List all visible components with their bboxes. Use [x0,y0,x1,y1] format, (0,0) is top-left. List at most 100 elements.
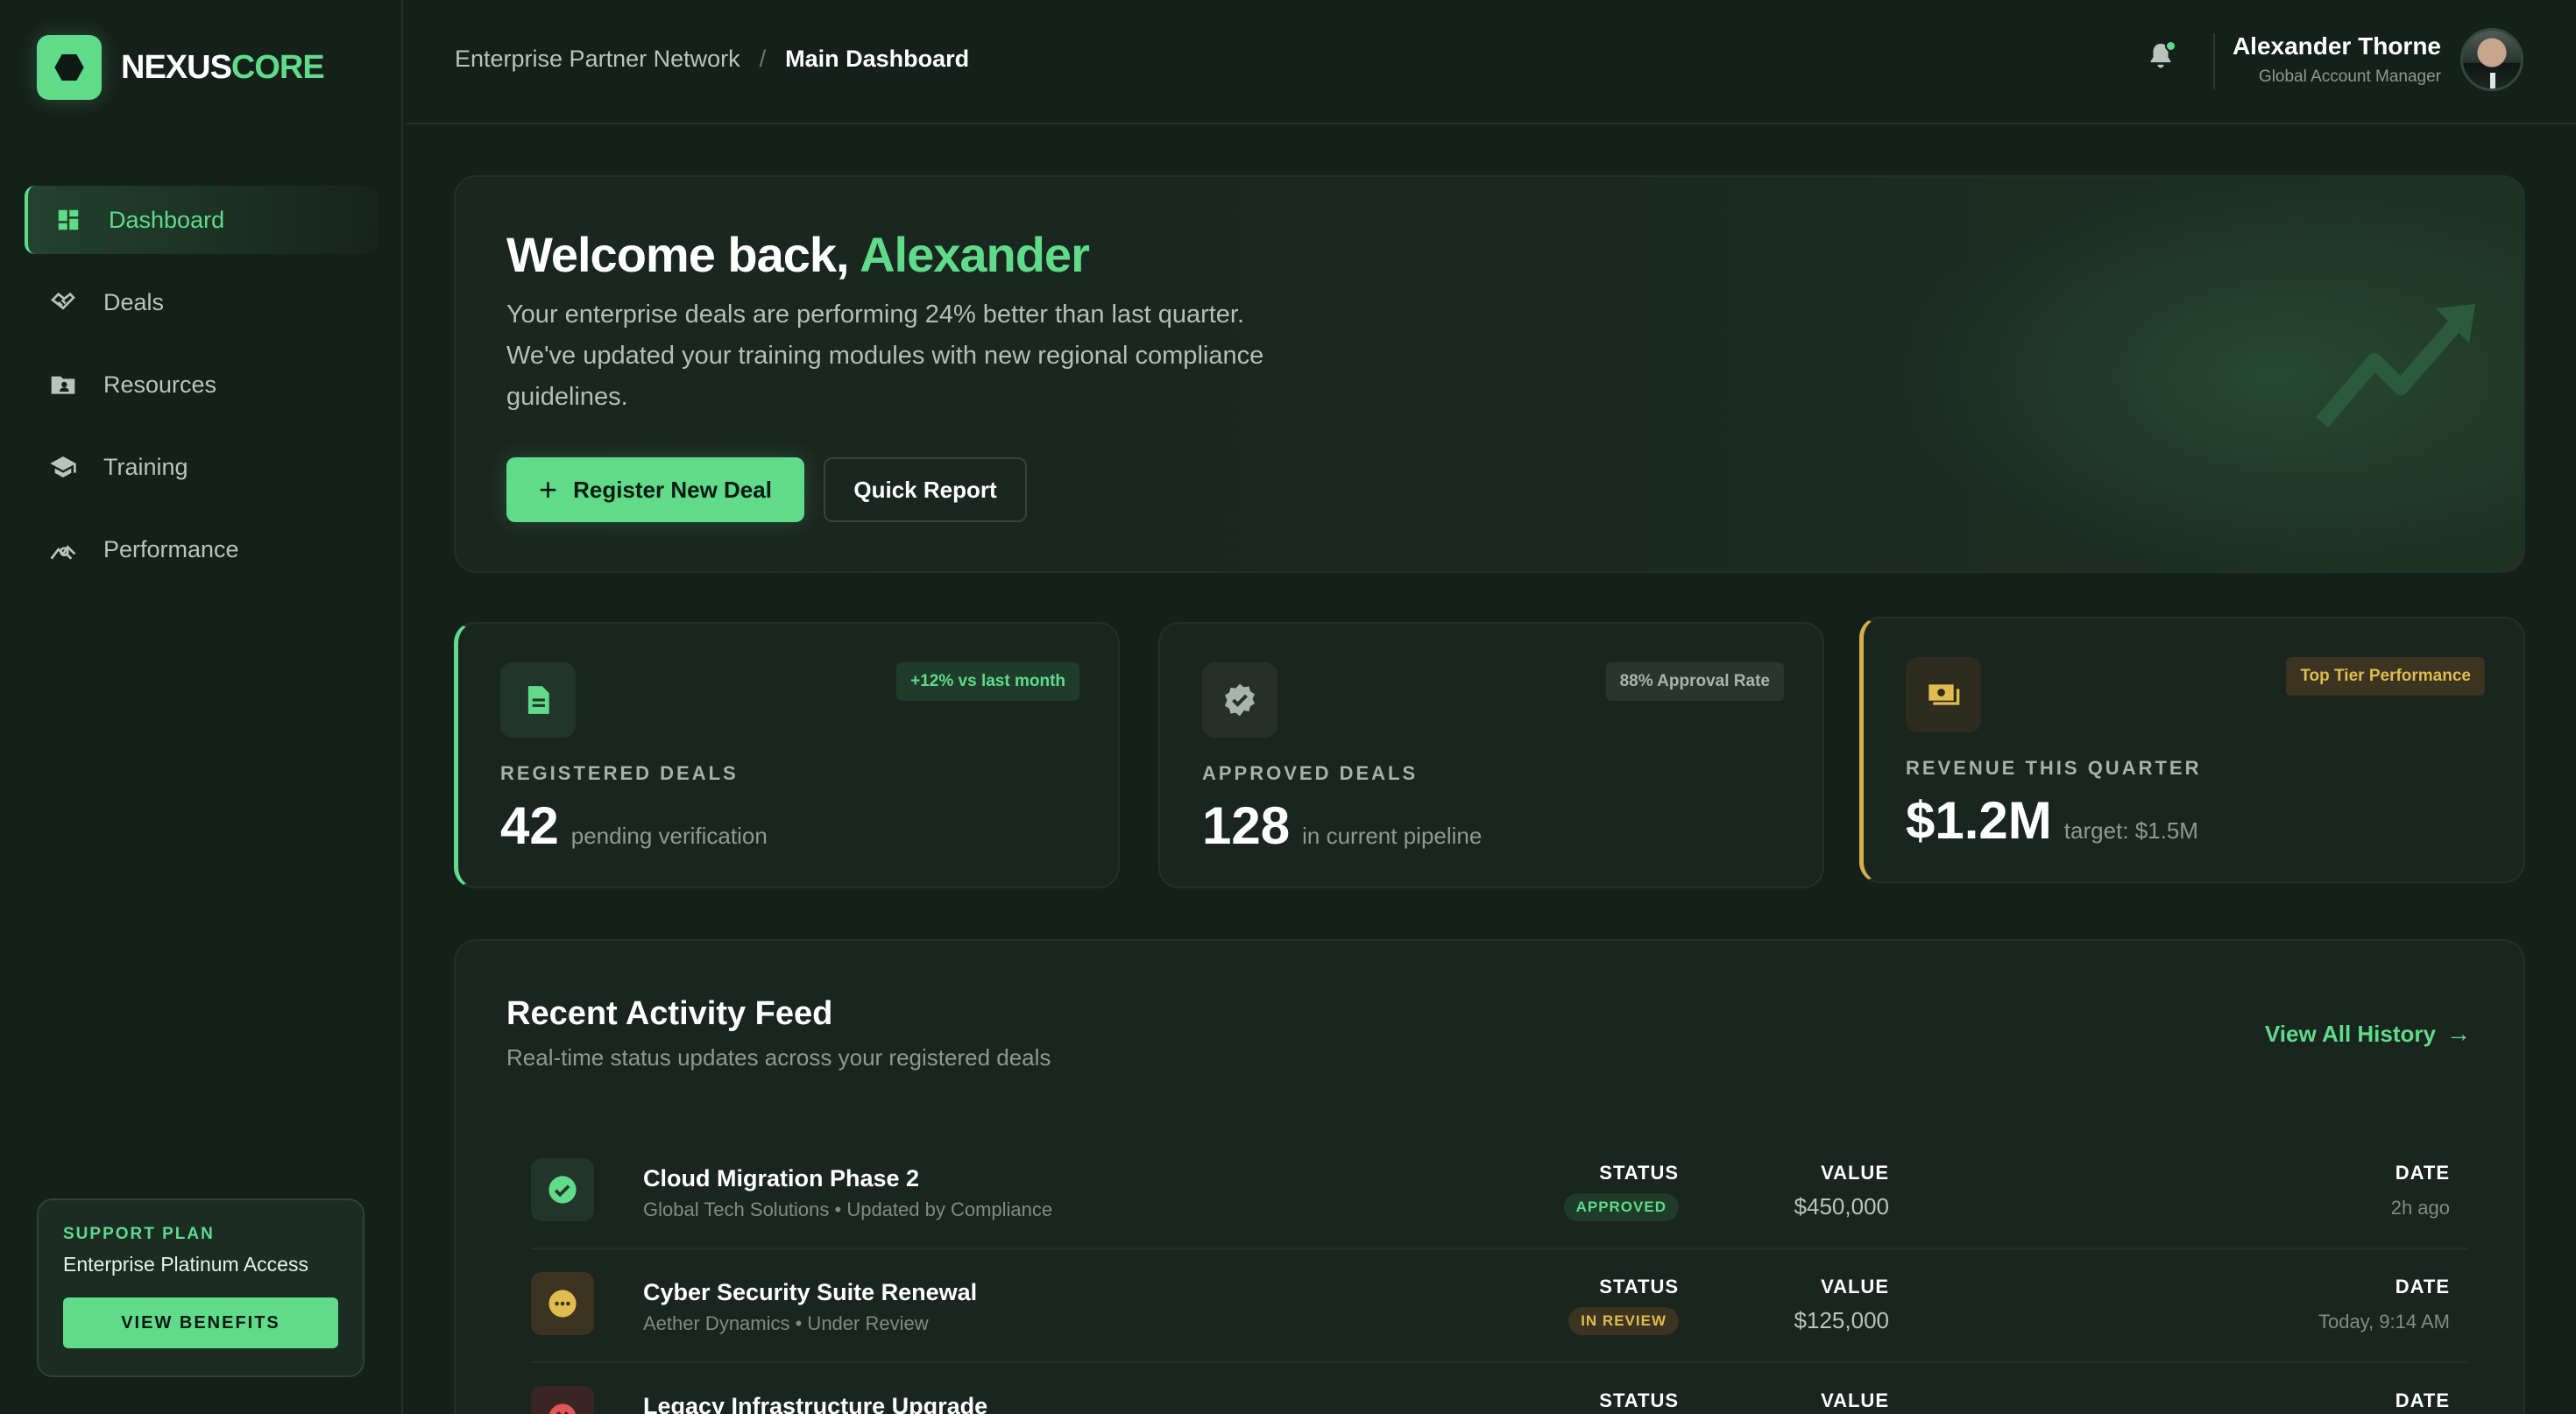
status-column: STATUS [1599,1389,1679,1412]
activity-row[interactable]: Cyber Security Suite Renewal Aether Dyna… [531,1249,2467,1363]
sidebar-item-deals[interactable]: Deals [25,268,379,336]
value-header: VALUE [1821,1162,1889,1184]
stat-label: REVENUE THIS QUARTER [1906,757,2202,779]
sidebar-item-dashboard[interactable]: Dashboard [25,186,379,254]
brand-name: NEXUSCORE [121,48,325,87]
stat-value-group: 42 pending verification [500,795,768,856]
breadcrumb-parent[interactable]: Enterprise Partner Network [455,46,740,73]
sidebar-item-label: Dashboard [109,206,225,233]
stat-badge: 88% Approval Rate [1605,662,1784,701]
support-plan-card: SUPPORT PLAN Enterprise Platinum Access … [37,1198,364,1377]
status-column: STATUS APPROVED [1563,1162,1679,1221]
hexagon-logo-icon [37,35,102,100]
sidebar-item-label: Training [103,453,188,480]
handshake-icon [46,285,81,320]
status-badge: APPROVED [1563,1193,1679,1221]
document-icon [500,662,576,738]
activity-row-meta: Aether Dynamics • Under Review [643,1312,929,1334]
deal-value: $450,000 [1794,1193,1889,1220]
trending-up-icon [2304,300,2480,444]
sidebar-item-label: Deals [103,288,165,315]
status-header: STATUS [1599,1389,1679,1411]
graduation-cap-icon [46,449,81,484]
stat-value: 128 [1202,796,1291,855]
hero-title-name: Alexander [860,227,1090,282]
logo[interactable]: NEXUSCORE [37,35,325,100]
breadcrumb-current: Main Dashboard [785,46,970,72]
plus-icon: + [539,471,558,507]
stat-value: 42 [500,796,559,855]
activity-row[interactable]: Legacy Infrastructure Upgrade STATUS VAL… [531,1363,2467,1414]
date-column: DATE Today, 9:14 AM [2318,1276,2450,1333]
notifications-button[interactable] [2140,37,2182,79]
stat-value-group: $1.2M target: $1.5M [1906,790,2198,851]
value-header: VALUE [1821,1389,1889,1411]
activity-row[interactable]: Cloud Migration Phase 2 Global Tech Solu… [531,1135,2467,1249]
value-header: VALUE [1821,1276,1889,1297]
stat-badge: +12% vs last month [896,662,1079,701]
breadcrumb: Enterprise Partner Network / Main Dashbo… [455,46,969,73]
stat-label: APPROVED DEALS [1202,762,1419,784]
stat-value: $1.2M [1906,791,2052,850]
sidebar-item-training[interactable]: Training [25,433,379,501]
user-menu[interactable]: Alexander Thorne Global Account Manager [2233,28,2523,91]
analytics-icon [46,532,81,567]
cash-icon [1906,657,1981,732]
verified-badge-icon [1202,662,1277,738]
dashboard-grid-icon [51,202,86,237]
user-role: Global Account Manager [2258,67,2441,86]
header-divider [2213,33,2215,89]
support-plan-kicker: SUPPORT PLAN [63,1225,215,1243]
value-column: VALUE [1821,1389,1889,1412]
date-header: DATE [2395,1162,2450,1184]
stat-badge: Top Tier Performance [2286,657,2485,696]
value-column: VALUE $125,000 [1794,1276,1889,1334]
more-circle-icon [531,1272,594,1335]
deal-value: $125,000 [1794,1307,1889,1333]
brand-name-part2: CORE [230,48,325,86]
check-circle-icon [531,1158,594,1221]
brand-name-part1: NEXUS [121,48,232,86]
deal-date: 2h ago [2390,1197,2450,1219]
sidebar-item-resources[interactable]: Resources [25,350,379,419]
welcome-hero: Welcome back, Alexander Your enterprise … [454,175,2525,573]
stat-subtext: pending verification [570,823,768,849]
sidebar-item-label: Resources [103,371,217,398]
register-new-deal-button[interactable]: + Register New Deal [506,457,804,522]
activity-row-title: Cyber Security Suite Renewal [643,1279,978,1305]
stat-label: REGISTERED DEALS [500,762,739,784]
sidebar-item-performance[interactable]: Performance [25,515,379,583]
date-column: DATE 2h ago [2391,1162,2450,1220]
activity-row-meta: Global Tech Solutions • Updated by Compl… [643,1198,1053,1220]
avatar[interactable] [2460,28,2523,91]
hero-title-prefix: Welcome back, [506,227,860,282]
stat-subtext: in current pipeline [1302,823,1483,849]
breadcrumb-separator: / [759,46,767,72]
folder-user-icon [46,367,81,402]
view-all-history-link[interactable]: View All History → [2265,1020,2471,1048]
activity-title: Recent Activity Feed [506,995,833,1032]
date-column: DATE [2396,1389,2450,1412]
date-header: DATE [2395,1389,2450,1411]
hero-title: Welcome back, Alexander [506,226,1090,283]
app: NEXUSCORE Dashboard Deals Resources Trai… [0,0,2576,1414]
notification-dot [2165,40,2176,52]
status-column: STATUS IN REVIEW [1568,1276,1679,1335]
user-name: Alexander Thorne [2232,32,2441,60]
arrow-right-icon: → [2446,1020,2471,1047]
deal-date: Today, 9:14 AM [2318,1311,2450,1333]
view-all-history-label: View All History [2264,1020,2436,1047]
status-badge: IN REVIEW [1568,1307,1679,1335]
quick-report-button[interactable]: Quick Report [824,457,1027,522]
stat-card-approved-deals: 88% Approval Rate APPROVED DEALS 128 in … [1158,622,1824,888]
date-header: DATE [2395,1276,2450,1297]
status-header: STATUS [1599,1276,1679,1297]
stat-value-group: 128 in current pipeline [1202,795,1482,856]
recent-activity-feed: Recent Activity Feed Real-time status up… [454,939,2525,1414]
sidebar-nav: Dashboard Deals Resources Training Perfo… [25,186,379,597]
x-circle-icon [531,1386,594,1414]
user-info: Alexander Thorne Global Account Manager [2233,32,2441,87]
top-header: Enterprise Partner Network / Main Dashbo… [405,0,2576,124]
view-benefits-button[interactable]: VIEW BENEFITS [63,1297,338,1348]
activity-row-title: Legacy Infrastructure Upgrade [643,1393,988,1414]
